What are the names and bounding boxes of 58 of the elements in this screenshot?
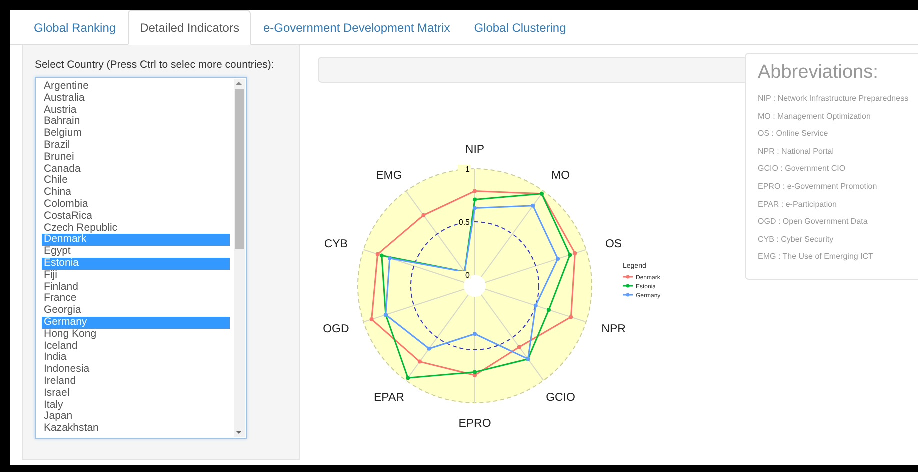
abbreviation-text: OGD : Open Government Data [758, 216, 869, 228]
list-item[interactable]: China [42, 187, 230, 199]
axis-label: EMG [376, 170, 402, 182]
abbreviation-text: MO : Management Optimization [758, 110, 872, 123]
abbreviation-text: EPRO : e-Government Promotion [758, 180, 878, 193]
axis-label: GCIO [546, 392, 576, 404]
list-item[interactable]: Austria [42, 104, 230, 116]
list-item[interactable]: Georgia [42, 305, 230, 317]
list-item[interactable]: Egypt [42, 246, 230, 258]
abbreviation-text: NIP : Network Infrastructure Preparedness [758, 93, 910, 105]
list-item[interactable]: Hong Kong [42, 328, 230, 341]
abbreviation-text: GCIO : Government CIO [758, 163, 847, 176]
list-item[interactable]: Kazakhstan [42, 423, 230, 435]
axis-label: OS [606, 238, 622, 251]
axis-label: EPRO [458, 418, 492, 430]
list-item[interactable]: India [42, 352, 230, 364]
panel-title: Abbreviations: [758, 62, 880, 84]
list-item[interactable]: Canada [42, 164, 230, 176]
scrollbar[interactable] [234, 79, 245, 437]
list-item[interactable]: Brazil [42, 140, 230, 152]
axis-label: EPAR [374, 392, 404, 404]
abbreviation-text: EMG : The Use of Emerging ICT [758, 251, 874, 264]
axis-label: NIP [465, 144, 485, 156]
tab[interactable]: Global Ranking [22, 10, 128, 45]
axis-label: CYB [324, 238, 348, 251]
tab[interactable]: Detailed Indicators [128, 10, 252, 45]
list-item[interactable]: Italy [42, 400, 230, 412]
field-label: Select Country (Press Ctrl to selec more countries): [35, 59, 276, 71]
axis-label: MO [552, 170, 570, 182]
list-item[interactable]: Bahrain [42, 116, 230, 128]
list-item[interactable]: Fiji [42, 270, 230, 282]
list-item[interactable]: Ireland [42, 376, 230, 388]
list-item[interactable]: Iceland [42, 340, 230, 352]
abbreviation-text: EPAR : e-Participation [758, 198, 838, 211]
list-item[interactable]: Indonesia [42, 364, 230, 376]
list-item[interactable]: Finland [42, 282, 230, 294]
list-item[interactable]: Israel [42, 388, 230, 400]
tick-label: 0.5 [458, 218, 470, 227]
abbreviation-text: OS : Online Service [758, 128, 830, 140]
list-item[interactable]: Argentine [42, 81, 230, 93]
list-item[interactable]: Belgium [42, 128, 230, 140]
list-item[interactable]: Chile [42, 175, 230, 188]
list-item[interactable]: CostaRica [42, 210, 230, 223]
tab[interactable]: Global Clustering [462, 10, 578, 45]
country-listbox[interactable] [35, 77, 247, 439]
list-item[interactable]: Japan [42, 411, 230, 424]
tick-label: 1 [466, 165, 470, 174]
list-item[interactable]: Australia [42, 92, 230, 105]
axis-label: OGD [323, 323, 350, 336]
list-item[interactable]: Czech Republic [42, 222, 230, 234]
list-item[interactable]: Brunei [42, 152, 230, 164]
list-item[interactable]: Colombia [42, 198, 230, 211]
abbreviation-text: CYB : Cyber Security [758, 234, 835, 246]
list-item[interactable]: France [42, 293, 230, 306]
axis-label: NPR [602, 323, 626, 336]
abbreviation-text: NPR : National Portal [758, 146, 836, 158]
tab[interactable]: e-Government Development Matrix [251, 10, 462, 45]
tick-label: 0 [466, 271, 470, 280]
